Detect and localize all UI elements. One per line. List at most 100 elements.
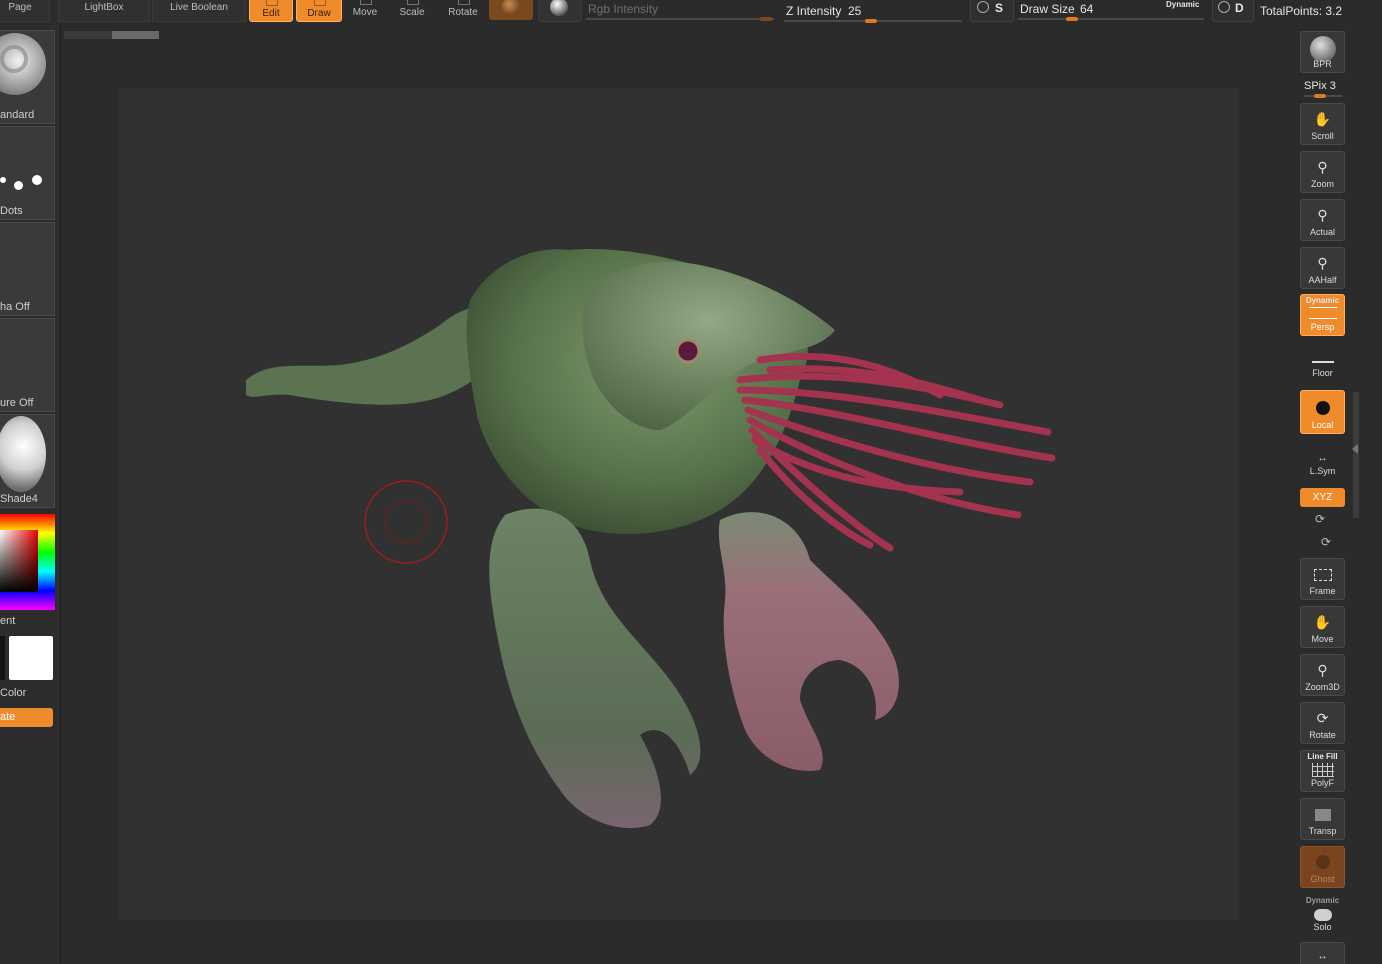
- move-button-label: Move: [352, 7, 378, 18]
- persp-button[interactable]: Dynamic Persp: [1300, 294, 1345, 336]
- rgb-intensity-label: Rgb Intensity: [588, 2, 659, 16]
- floor-label: Floor: [1312, 368, 1333, 378]
- d-button[interactable]: D: [1212, 0, 1254, 22]
- rgb-intensity-slider[interactable]: Rgb Intensity: [586, 0, 776, 22]
- spix-track[interactable]: [1304, 94, 1342, 98]
- move-icon: [360, 0, 372, 5]
- collapse-arrow-icon[interactable]: [1352, 444, 1358, 454]
- color-picker[interactable]: [0, 514, 55, 610]
- draw-size-knob[interactable]: [1066, 17, 1078, 21]
- canvas-scroll-thumb[interactable]: [112, 31, 159, 39]
- draw-icon: [314, 0, 326, 6]
- bpr-button[interactable]: BPR: [1300, 31, 1345, 73]
- scroll-button[interactable]: ✋ Scroll: [1300, 103, 1345, 145]
- scale-button-label: Scale: [399, 7, 425, 18]
- aahalf-button[interactable]: ⚲ AAHalf: [1300, 247, 1345, 289]
- lsym-label: L.Sym: [1309, 466, 1336, 476]
- zoom3d-button[interactable]: ⚲ Zoom3D: [1300, 654, 1345, 696]
- polyf-label: PolyF: [1310, 778, 1334, 788]
- dot-icon: [14, 181, 23, 190]
- sphere-icon: [550, 0, 568, 16]
- z-intensity-slider[interactable]: Z Intensity 25: [784, 0, 964, 23]
- zoom-button[interactable]: ⚲ Zoom: [1300, 151, 1345, 193]
- persp-dynamic-label: Dynamic: [1305, 296, 1340, 305]
- transparency-icon: [1314, 809, 1331, 821]
- s-label: S: [995, 1, 1004, 15]
- move-view-label: Move: [1311, 634, 1334, 644]
- document-area[interactable]: [119, 88, 1238, 920]
- draw-size-slider[interactable]: Draw Size 64 Dynamic: [1018, 0, 1206, 22]
- main-color-swatch[interactable]: [9, 636, 53, 680]
- draw-button[interactable]: Draw: [296, 0, 342, 22]
- scale-button[interactable]: Scale: [391, 0, 433, 20]
- expand-arrows-icon: ↔: [1317, 951, 1328, 962]
- spix-knob[interactable]: [1314, 94, 1326, 98]
- spix-control[interactable]: SPix 3: [1304, 80, 1336, 92]
- floor-button[interactable]: Floor: [1300, 342, 1345, 382]
- local-button[interactable]: Local: [1300, 390, 1345, 434]
- aahalf-label: AAHalf: [1308, 275, 1337, 285]
- total-points-readout: TotalPoints: 3.2: [1260, 4, 1343, 18]
- rotate-button[interactable]: Rotate: [440, 0, 486, 20]
- polyf-linefill-label: Line Fill: [1307, 752, 1338, 761]
- solo-button[interactable]: Dynamic Solo: [1300, 894, 1345, 936]
- z-intensity-value: 25: [848, 4, 862, 18]
- lsym-button[interactable]: ↔ L.Sym: [1300, 440, 1345, 480]
- page-button-label: Page: [8, 2, 32, 13]
- lightbox-button-label: LightBox: [84, 2, 124, 13]
- texture-label: ure Off: [0, 397, 34, 409]
- rotate-y-icon[interactable]: ⟳: [1315, 512, 1325, 526]
- dot-icon: [32, 175, 42, 185]
- actual-label: Actual: [1309, 227, 1335, 237]
- secondary-color-swatch[interactable]: [0, 636, 5, 680]
- focal-shift-icon: [1218, 1, 1230, 13]
- color-label: Color: [0, 687, 27, 699]
- perspective-grid-icon: [1308, 307, 1337, 319]
- rotate-view-label: Rotate: [1309, 730, 1336, 740]
- z-intensity-knob[interactable]: [865, 19, 877, 23]
- xpose-button[interactable]: ↔: [1300, 942, 1345, 964]
- brush-label: andard: [0, 109, 35, 121]
- zoom3d-label: Zoom3D: [1305, 682, 1340, 692]
- transp-button[interactable]: Transp: [1300, 798, 1345, 840]
- texture-sphere-button[interactable]: [538, 0, 582, 22]
- rotate-icon: [458, 0, 470, 5]
- draw-size-value: 64: [1080, 2, 1094, 16]
- s-button[interactable]: S: [970, 0, 1014, 22]
- actual-button[interactable]: ⚲ Actual: [1300, 199, 1345, 241]
- ghost-button[interactable]: Ghost: [1300, 846, 1345, 888]
- xyz-button[interactable]: XYZ: [1300, 488, 1345, 507]
- rotate-z-icon[interactable]: ⟳: [1321, 535, 1331, 549]
- d-label: D: [1235, 1, 1244, 15]
- ghost-label: Ghost: [1310, 874, 1335, 884]
- z-intensity-label: Z Intensity: [786, 4, 842, 18]
- live-boolean-label: Live Boolean: [170, 2, 228, 13]
- magnifier-icon: ⚲: [1317, 662, 1328, 678]
- zoom-label: Zoom: [1310, 179, 1334, 189]
- frame-icon: [1313, 569, 1332, 581]
- frame-label: Frame: [1309, 586, 1336, 596]
- live-boolean-button[interactable]: Live Boolean: [152, 0, 246, 22]
- canvas-scrollbar[interactable]: [64, 31, 159, 39]
- edit-button[interactable]: Edit: [249, 0, 293, 22]
- switch-color-label: ate: [0, 711, 16, 723]
- right-shelf-scrollbar[interactable]: [1353, 392, 1359, 518]
- dynamic-label[interactable]: Dynamic: [1166, 0, 1199, 9]
- polyf-button[interactable]: Line Fill PolyF: [1300, 750, 1345, 792]
- page-button[interactable]: Page: [0, 0, 50, 22]
- lightbox-button[interactable]: LightBox: [58, 0, 150, 22]
- floor-icon: [1311, 361, 1334, 363]
- color-saturation-square[interactable]: [0, 530, 38, 592]
- solo-spheres-icon: [1313, 909, 1332, 921]
- rgb-intensity-knob[interactable]: [760, 17, 772, 21]
- move-button[interactable]: Move: [344, 0, 386, 20]
- move-view-button[interactable]: ✋ Move: [1300, 606, 1345, 648]
- alpha-label: ha Off: [0, 301, 30, 313]
- material-label: Shade4: [0, 493, 38, 505]
- rotate-icon: ⟳: [1316, 710, 1329, 726]
- material-swatch-button[interactable]: [489, 0, 533, 20]
- magnifier-icon: ⚲: [1317, 255, 1328, 271]
- switch-color-button[interactable]: ate: [0, 708, 53, 727]
- frame-button[interactable]: Frame: [1300, 558, 1345, 600]
- rotate-view-button[interactable]: ⟳ Rotate: [1300, 702, 1345, 744]
